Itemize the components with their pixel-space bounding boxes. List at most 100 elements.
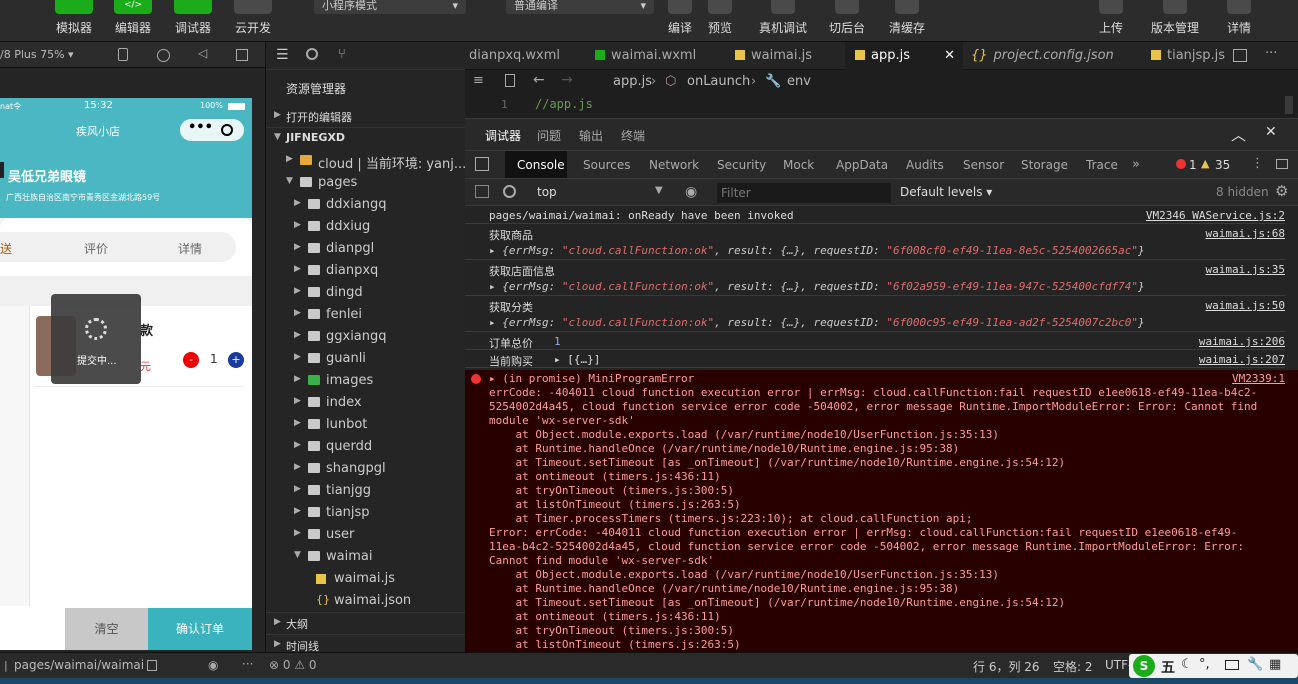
- tree-item-ddxiangq[interactable]: ▶ ddxiangq: [266, 194, 466, 216]
- tree-item-user[interactable]: ▶ user: [266, 524, 466, 546]
- split-editor-icon[interactable]: [1233, 49, 1247, 62]
- ime-mode[interactable]: 五: [1161, 657, 1175, 677]
- copy-icon[interactable]: [147, 660, 157, 671]
- tree-item-index[interactable]: ▶ index: [266, 392, 466, 414]
- source-link[interactable]: waimai.js:68: [1206, 227, 1285, 240]
- source-link[interactable]: waimai.js:35: [1206, 263, 1285, 276]
- chevron-up-icon[interactable]: ︿: [1231, 124, 1246, 145]
- tree-item-dianpgl[interactable]: ▶ dianpgl: [266, 238, 466, 260]
- tree-item-ddxiug[interactable]: ▶ ddxiug: [266, 216, 466, 238]
- tree-item-waimai-json[interactable]: {} waimai.json: [266, 590, 466, 612]
- tree-item-waimai[interactable]: ▼ waimai: [266, 546, 466, 568]
- dock-icon[interactable]: [1276, 159, 1288, 169]
- problem-counts[interactable]: ⊗ 0 ⚠ 0: [269, 658, 317, 672]
- log-object[interactable]: ▸ {errMsg: "cloud.callFunction:ok", resu…: [489, 280, 1145, 293]
- search-icon[interactable]: [306, 48, 318, 60]
- preview-button[interactable]: 预览: [702, 0, 738, 42]
- list-icon[interactable]: ☰: [276, 47, 289, 63]
- record-icon[interactable]: [157, 49, 170, 62]
- log-object[interactable]: ▸ {errMsg: "cloud.callFunction:ok", resu…: [489, 244, 1145, 257]
- remote-debug-button[interactable]: 真机调试: [756, 0, 810, 42]
- tab-waimai-wxml[interactable]: waimai.wxml: [595, 42, 725, 70]
- tab-app-js[interactable]: app.js ✕: [845, 42, 963, 70]
- tab-waimai-js[interactable]: waimai.js: [735, 42, 840, 70]
- clear-cart-button[interactable]: 清空: [65, 608, 148, 650]
- warning-count[interactable]: 35: [1215, 158, 1230, 172]
- grid-icon[interactable]: ▦: [1269, 657, 1281, 672]
- close-icon[interactable]: ✕: [1265, 124, 1277, 140]
- source-link[interactable]: VM2346 WAService.js:2: [1146, 209, 1285, 222]
- close-icon[interactable]: ✕: [944, 42, 955, 70]
- fullscreen-icon[interactable]: [236, 49, 248, 61]
- context-select[interactable]: top: [537, 185, 557, 199]
- ime-logo-icon[interactable]: S: [1133, 655, 1155, 677]
- breadcrumb-symbol[interactable]: env: [787, 74, 811, 89]
- menu-icon[interactable]: |: [4, 659, 8, 672]
- confirm-order-button[interactable]: 确认订单: [148, 608, 252, 650]
- back-icon[interactable]: ←: [533, 72, 545, 88]
- tab-debugger[interactable]: 调试器: [485, 127, 522, 151]
- tree-item-shangpgl[interactable]: ▶ shangpgl: [266, 458, 466, 480]
- outline-section[interactable]: ▶ 大纲: [266, 612, 466, 634]
- close-capsule-icon[interactable]: [221, 124, 233, 136]
- tree-item-tianjgg[interactable]: ▶ tianjgg: [266, 480, 466, 502]
- device-select[interactable]: /8 Plus 75% ▾: [0, 48, 74, 61]
- rotate-icon[interactable]: [118, 48, 128, 61]
- tab-order[interactable]: 送: [0, 240, 12, 257]
- mode-select[interactable]: 小程序模式 ▾: [314, 0, 466, 14]
- source-link[interactable]: waimai.js:50: [1206, 299, 1285, 312]
- tree-item-waimai-js[interactable]: waimai.js: [266, 568, 466, 590]
- tree-item-dianpxq[interactable]: ▶ dianpxq: [266, 260, 466, 282]
- page-path[interactable]: pages/waimai/waimai: [14, 658, 144, 672]
- tab-mock[interactable]: Mock: [783, 158, 814, 172]
- tab-network[interactable]: Network: [649, 158, 699, 172]
- tab-storage[interactable]: Storage: [1021, 158, 1068, 172]
- git-branch-icon[interactable]: ⑂: [338, 47, 346, 62]
- source-link[interactable]: VM2339:1: [1232, 372, 1285, 385]
- tree-item-dingd[interactable]: ▶ dingd: [266, 282, 466, 304]
- eye-icon[interactable]: ◉: [685, 184, 697, 200]
- cursor-position[interactable]: 行 6，列 26: [973, 658, 1040, 675]
- tab-appdata[interactable]: AppData: [836, 158, 888, 172]
- tab-details[interactable]: 详情: [178, 240, 202, 257]
- open-editors-section[interactable]: ▶ 打开的编辑器: [266, 106, 466, 128]
- sidebar-toggle-icon[interactable]: [475, 185, 489, 198]
- tree-item-pages[interactable]: ▼ pages: [266, 172, 466, 194]
- tab-trace[interactable]: Trace: [1086, 158, 1118, 172]
- list-icon[interactable]: ≡: [473, 73, 484, 88]
- wrench-icon[interactable]: 🔧: [1247, 657, 1263, 672]
- code-area[interactable]: 1 //app.js: [465, 94, 1298, 118]
- source-link[interactable]: waimai.js:207: [1199, 353, 1285, 366]
- more-icon[interactable]: •••: [188, 120, 213, 135]
- tab-project-config[interactable]: {} project.config.json: [971, 42, 1141, 70]
- gear-icon[interactable]: ⚙: [1275, 182, 1288, 200]
- punctuation-icon[interactable]: °,: [1199, 657, 1210, 672]
- capsule-menu[interactable]: •••: [180, 119, 244, 141]
- version-button[interactable]: 版本管理: [1148, 0, 1202, 42]
- more-icon[interactable]: ···: [242, 657, 253, 671]
- debugger-button[interactable]: 调试器: [173, 0, 213, 42]
- tab-terminal[interactable]: 终端: [621, 127, 645, 144]
- keyboard-icon[interactable]: [1225, 660, 1239, 670]
- breadcrumb-function[interactable]: onLaunch: [687, 74, 750, 89]
- tab-problems[interactable]: 问题: [537, 127, 561, 144]
- tab-output[interactable]: 输出: [579, 127, 603, 144]
- tree-item-guanli[interactable]: ▶ guanli: [266, 348, 466, 370]
- tab-sensor[interactable]: Sensor: [963, 158, 1004, 172]
- moon-icon[interactable]: ☾: [1181, 657, 1193, 672]
- more-icon[interactable]: ···: [1265, 46, 1277, 61]
- levels-select[interactable]: Default levels ▾: [900, 185, 992, 199]
- bookmark-icon[interactable]: [505, 74, 515, 87]
- project-section[interactable]: ▼ JIFNEGXD: [266, 128, 466, 150]
- editor-button[interactable]: </> 编辑器: [113, 0, 153, 42]
- tree-item-lunbot[interactable]: ▶ lunbot: [266, 414, 466, 436]
- breadcrumb-file[interactable]: app.js: [613, 74, 652, 89]
- tab-audits[interactable]: Audits: [906, 158, 944, 172]
- tree-item-fenlei[interactable]: ▶ fenlei: [266, 304, 466, 326]
- increase-qty-button[interactable]: +: [228, 352, 244, 368]
- tab-console[interactable]: Console: [517, 158, 565, 172]
- log-object[interactable]: ▸ {errMsg: "cloud.callFunction:ok", resu…: [489, 316, 1145, 329]
- timeline-section[interactable]: ▶ 时间线: [266, 634, 466, 656]
- details-button[interactable]: 详情: [1222, 0, 1256, 42]
- clear-console-icon[interactable]: [503, 185, 516, 198]
